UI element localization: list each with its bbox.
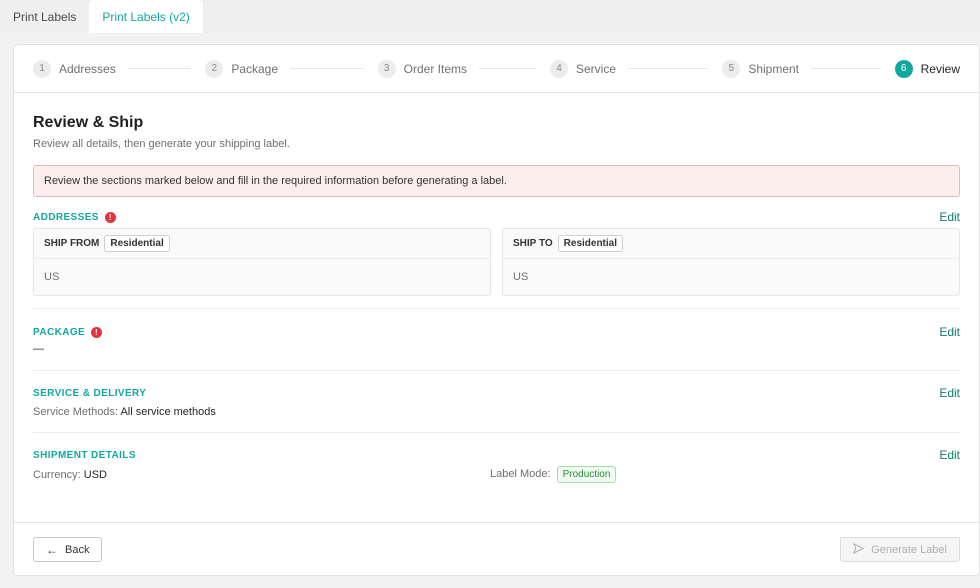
step-label: Review: [920, 61, 960, 76]
alert-text: Review the sections marked below and fil…: [44, 175, 507, 187]
step-connector: [628, 68, 709, 69]
step-connector: [290, 68, 364, 69]
exclamation-circle-icon: !: [104, 211, 116, 223]
ship-from-value: US: [44, 271, 60, 283]
step-order-items[interactable]: 3 Order Items: [377, 59, 550, 78]
residential-tag: Residential: [104, 235, 170, 252]
ship-from-label: SHIP FROM: [44, 238, 100, 249]
step-number: 1: [33, 59, 51, 78]
step-label: Shipment: [748, 61, 800, 76]
page-subtitle: Review all details, then generate your s…: [33, 138, 290, 150]
step-number: 3: [377, 59, 396, 78]
label-mode-row: Label Mode: Production: [490, 466, 617, 483]
back-label: Back: [65, 543, 90, 556]
currency-row: Currency: USD: [33, 468, 107, 481]
label-mode-badge: Production: [556, 466, 617, 483]
shipment-title: SHIPMENT DETAILS: [33, 450, 136, 461]
back-button[interactable]: ← Back: [33, 537, 103, 562]
review-card: 1 Addresses 2 Package 3 Order Items 4 Se…: [13, 44, 980, 576]
shipment-section: SHIPMENT DETAILS Edit Currency: USD Labe…: [33, 448, 960, 483]
edit-service-link[interactable]: Edit: [939, 386, 960, 400]
step-label: Addresses: [59, 61, 116, 76]
step-number: 6: [894, 59, 913, 78]
step-shipment[interactable]: 5 Shipment: [722, 59, 894, 78]
tab-print-labels-v2[interactable]: Print Labels (v2): [89, 0, 203, 33]
service-title: SERVICE & DELIVERY: [33, 388, 146, 399]
residential-tag: Residential: [557, 235, 624, 252]
section-title-text: SHIPMENT DETAILS: [33, 449, 136, 461]
service-section: SERVICE & DELIVERY Edit Service Methods:…: [33, 386, 960, 418]
step-number: 5: [722, 59, 741, 78]
step-number: 2: [205, 59, 224, 78]
step-label: Package: [231, 61, 279, 76]
exclamation-circle-icon: !: [91, 326, 103, 338]
currency-label: Currency: [33, 468, 78, 481]
generate-label-text: Generate Label: [871, 543, 947, 556]
stepper: 1 Addresses 2 Package 3 Order Items 4 Se…: [14, 45, 979, 93]
section-title-text: ADDRESSES: [33, 211, 99, 223]
step-addresses[interactable]: 1 Addresses: [33, 59, 205, 78]
step-connector: [127, 68, 192, 69]
service-methods-row: Service Methods: All service methods: [33, 406, 216, 418]
service-methods-label: Service Methods: [33, 406, 115, 418]
page-title: Review & Ship: [33, 114, 144, 131]
tab-bar: Print Labels Print Labels (v2): [0, 0, 980, 33]
package-value: —: [33, 343, 44, 355]
divider: [33, 432, 960, 433]
divider: [33, 370, 960, 371]
package-section: PACKAGE ! Edit —: [33, 325, 960, 355]
edit-addresses-link[interactable]: Edit: [939, 210, 960, 224]
edit-shipment-link[interactable]: Edit: [939, 448, 960, 462]
step-package[interactable]: 2 Package: [205, 59, 377, 78]
currency-value: USD: [83, 468, 107, 481]
send-icon: [853, 542, 865, 557]
section-title-text: SERVICE & DELIVERY: [33, 387, 147, 399]
tab-print-labels[interactable]: Print Labels: [0, 0, 89, 33]
edit-package-link[interactable]: Edit: [939, 325, 960, 339]
step-connector: [811, 68, 881, 69]
generate-label-button[interactable]: Generate Label: [840, 537, 960, 562]
validation-alert: Review the sections marked below and fil…: [33, 165, 960, 197]
footer-actions: ← Back Generate Label: [14, 522, 979, 576]
divider: [33, 308, 960, 309]
step-label: Order Items: [403, 61, 468, 76]
step-review[interactable]: 6 Review: [894, 59, 960, 78]
addresses-title: ADDRESSES !: [33, 211, 116, 223]
ship-to-label: SHIP TO: [513, 238, 553, 249]
package-title: PACKAGE !: [33, 326, 103, 338]
section-title-text: PACKAGE: [33, 326, 86, 338]
service-methods-value: All service methods: [120, 406, 216, 418]
step-number: 4: [549, 59, 568, 78]
step-service[interactable]: 4 Service: [549, 59, 722, 78]
arrow-left-icon: ←: [46, 542, 58, 557]
addresses-section: ADDRESSES ! Edit SHIP FROM Residential U…: [33, 210, 960, 296]
ship-to-value: US: [513, 271, 529, 283]
step-connector: [479, 68, 536, 69]
ship-to-box: SHIP TO Residential US: [502, 228, 960, 296]
label-mode-label: Label Mode: [490, 468, 548, 480]
ship-from-box: SHIP FROM Residential US: [33, 228, 491, 296]
step-label: Service: [575, 61, 616, 76]
